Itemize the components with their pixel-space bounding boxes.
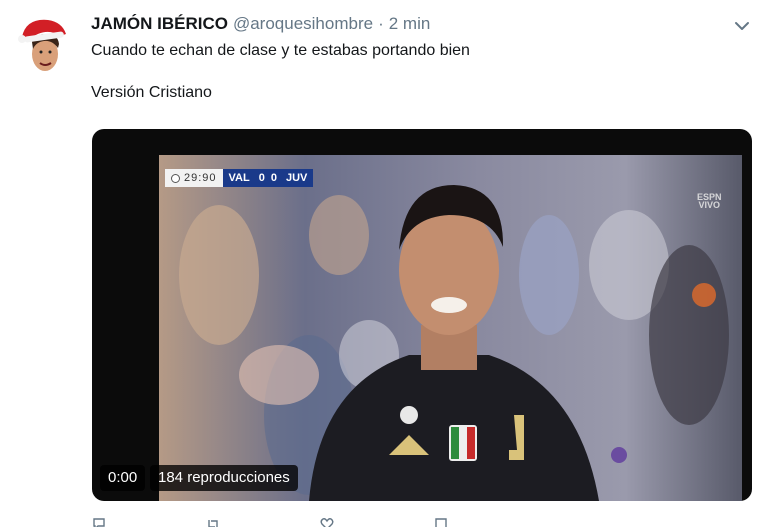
separator-dot: · [378, 14, 384, 33]
home-team: VAL [222, 169, 256, 187]
video-still [159, 155, 742, 501]
more-options-button[interactable] [732, 16, 752, 36]
away-team: JUV [279, 169, 314, 187]
like-icon [320, 518, 334, 527]
display-name[interactable]: JAMÓN IBÉRICO [91, 13, 228, 35]
video-frame[interactable]: 29:90 VAL 0 0 JUV ESPN VIVO [159, 155, 742, 501]
away-score: 0 [267, 169, 280, 187]
tweet-text: Cuando te echan de clase y te estabas po… [91, 40, 731, 103]
avatar-santa-hat-icon [18, 19, 66, 71]
retweet-button[interactable] [206, 517, 220, 527]
tweet-text-line: Cuando te echan de clase y te estabas po… [91, 42, 470, 59]
broadcaster-logo-line: VIVO [698, 200, 721, 210]
video-player[interactable]: 29:90 VAL 0 0 JUV ESPN VIVO 0:00 184 rep… [92, 129, 752, 501]
like-button[interactable] [320, 517, 334, 527]
view-count: 184 reproducciones [150, 465, 298, 491]
timestamp[interactable]: 2 min [389, 13, 431, 35]
home-score: 0 [255, 169, 268, 187]
share-icon [435, 518, 447, 527]
user-handle[interactable]: @aroquesihombre [233, 13, 373, 35]
broadcaster-logo: ESPN VIVO [697, 193, 722, 210]
clock-value: 29:90 [184, 172, 217, 184]
retweet-icon [208, 520, 218, 527]
tweet-text-line: Versión Cristiano [91, 84, 212, 101]
scoreboard-clock: 29:90 [165, 169, 223, 187]
reply-icon [93, 518, 105, 527]
avatar[interactable] [16, 12, 68, 76]
ball-icon [171, 173, 180, 183]
tweet-actions [92, 517, 548, 527]
scoreboard-overlay: 29:90 VAL 0 0 JUV [165, 169, 314, 187]
reply-button[interactable] [92, 517, 106, 527]
share-button[interactable] [434, 517, 448, 527]
chevron-down-icon [735, 22, 749, 30]
tweet: JAMÓN IBÉRICO @aroquesihombre · 2 min Cu… [0, 0, 768, 527]
tweet-header: JAMÓN IBÉRICO @aroquesihombre · 2 min [91, 13, 430, 35]
playback-time: 0:00 [100, 465, 146, 491]
